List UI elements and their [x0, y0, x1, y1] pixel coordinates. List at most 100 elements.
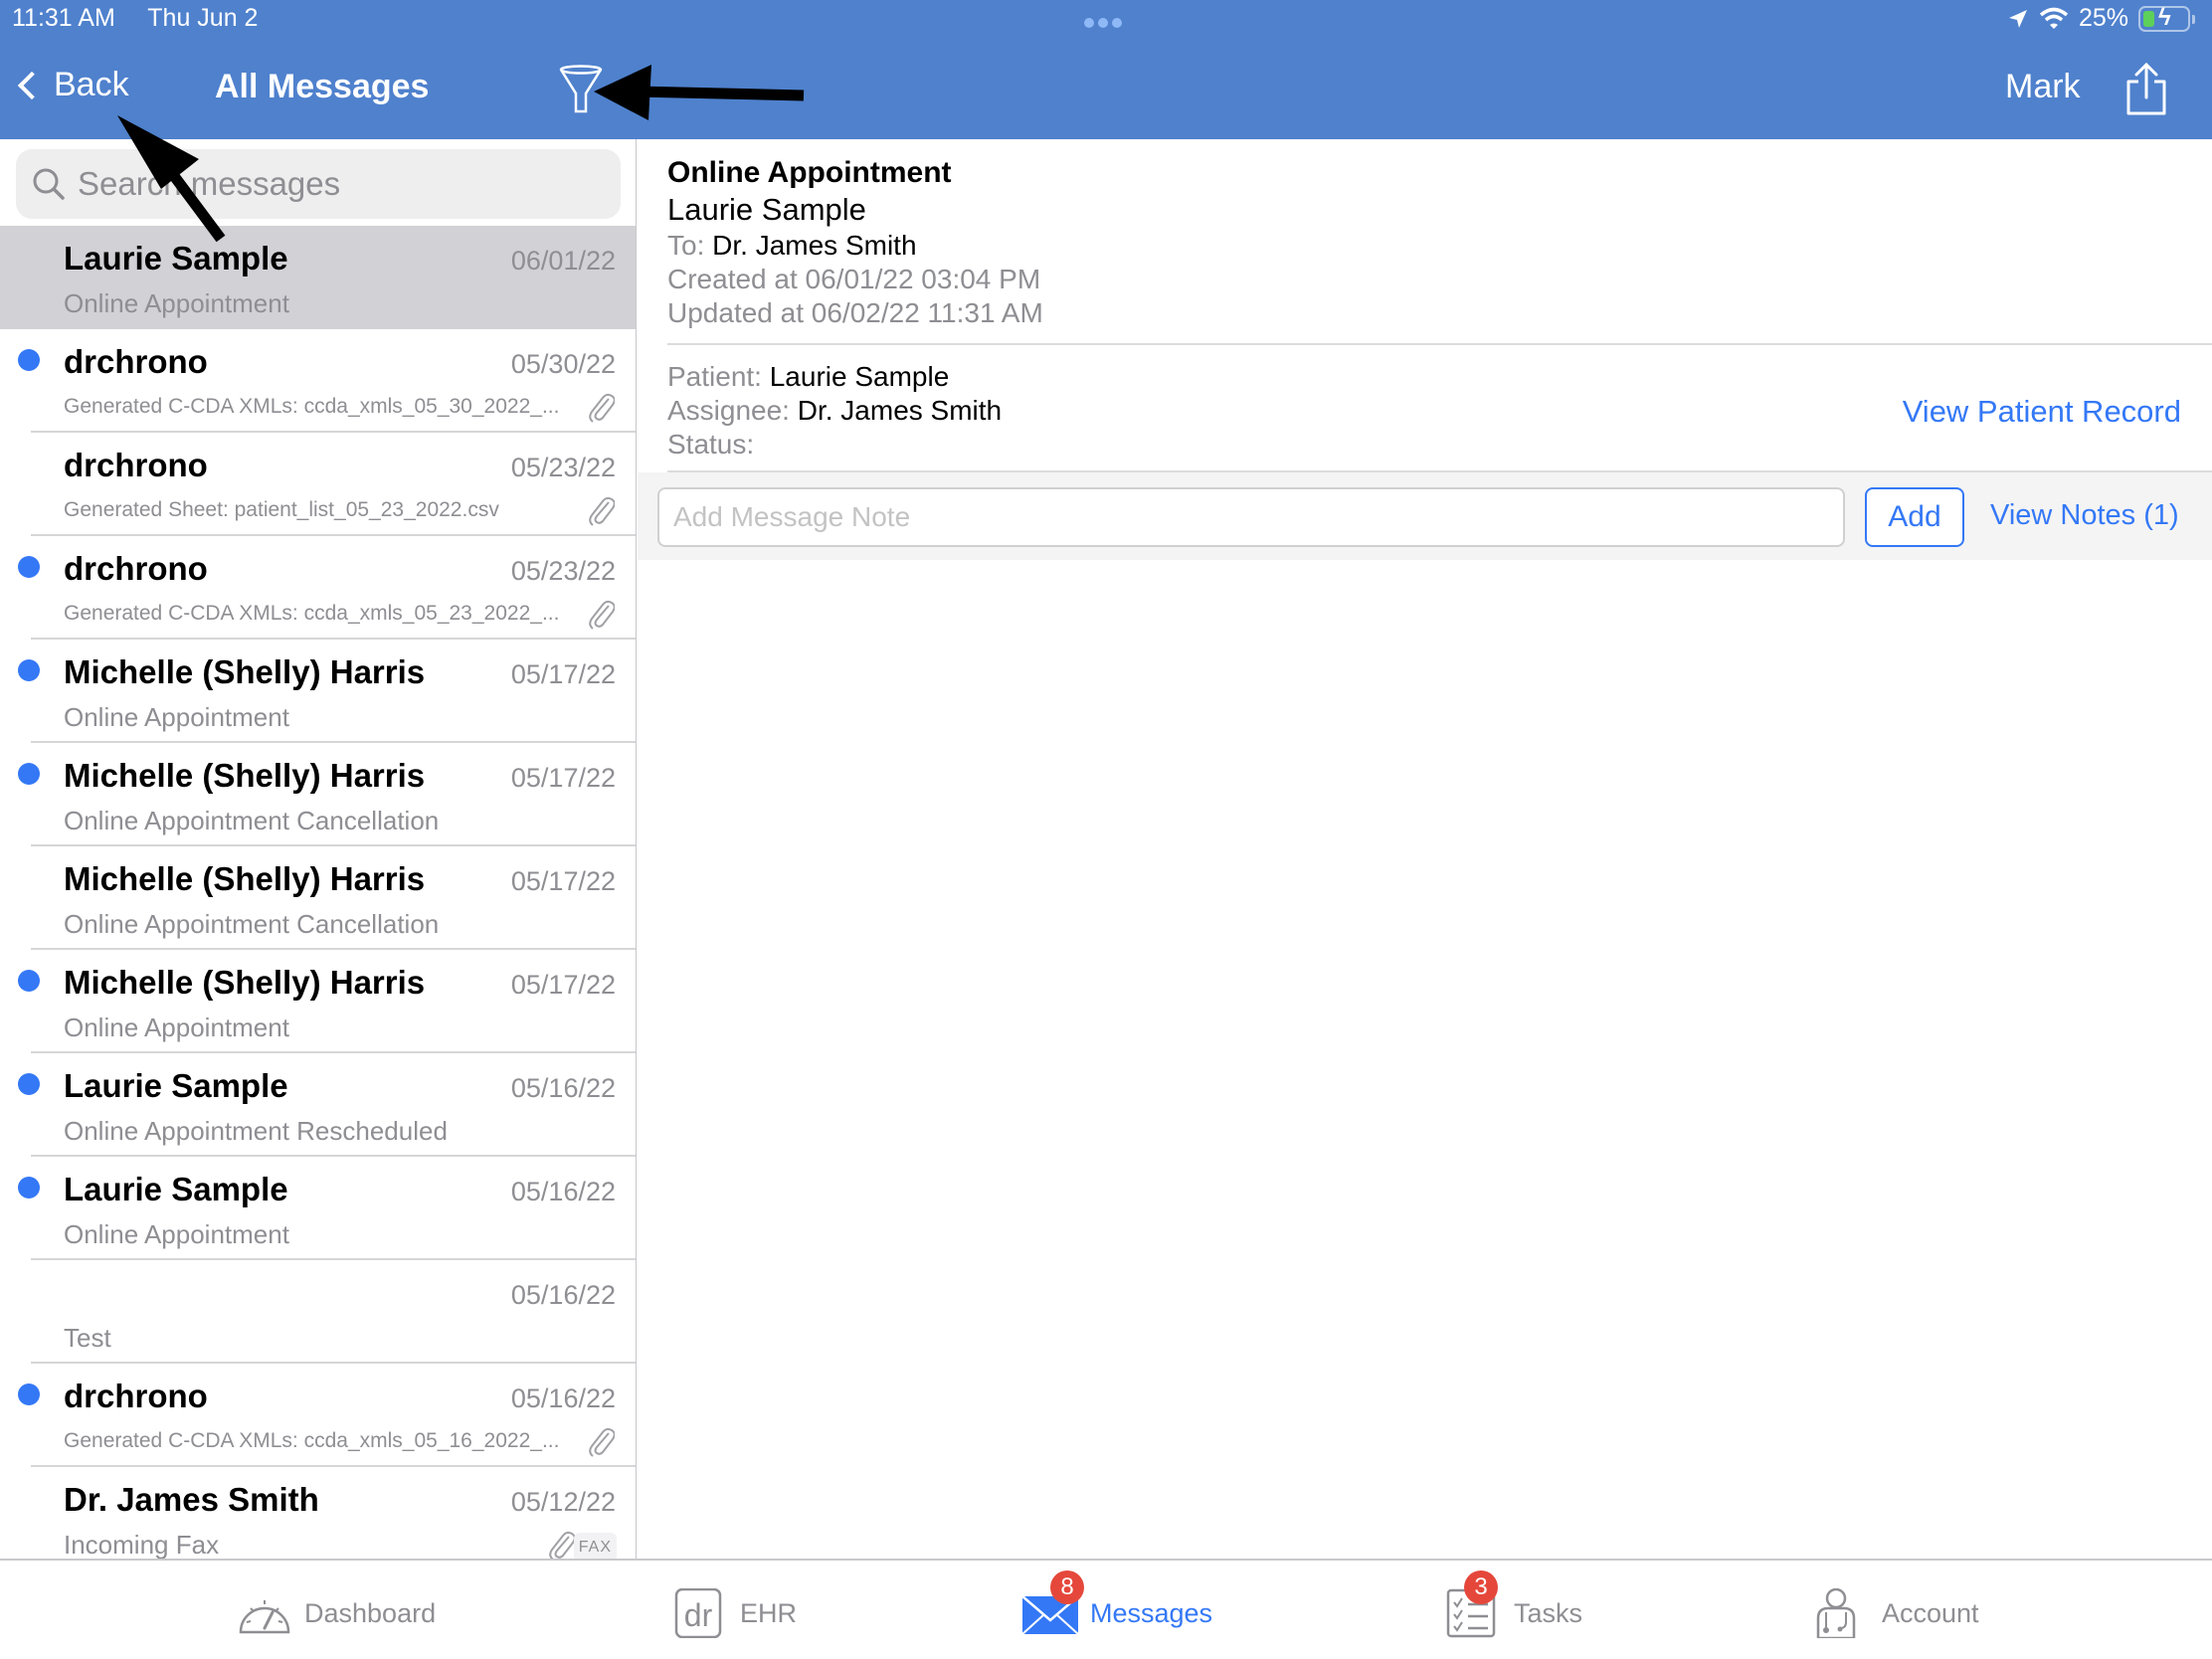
- status-label: Status:: [667, 429, 755, 460]
- message-sender: drchrono: [64, 343, 208, 380]
- message-date: 05/23/22: [510, 453, 616, 482]
- message-row[interactable]: 05/16/22 Test: [0, 1260, 636, 1364]
- tab-dashboard-label: Dashboard: [304, 1597, 437, 1628]
- tab-tasks[interactable]: 3 Tasks: [1446, 1570, 1582, 1638]
- message-sender: Dr. James Smith: [64, 1481, 319, 1518]
- message-date: 05/12/22: [510, 1487, 616, 1517]
- message-subject: Online Appointment: [64, 702, 289, 732]
- tab-ehr[interactable]: dr EHR: [672, 1588, 797, 1638]
- unread-dot-icon: [18, 556, 40, 578]
- message-row[interactable]: drchrono 05/16/22 Generated C-CDA XMLs: cc…: [0, 1364, 636, 1467]
- view-notes-link[interactable]: View Notes (1): [1990, 499, 2179, 532]
- message-row[interactable]: Michelle (Shelly) Harris 05/17/22 Online A…: [0, 846, 636, 950]
- to-label: To:: [667, 230, 705, 261]
- message-sender: Laurie Sample: [64, 240, 288, 276]
- unread-dot-icon: [18, 1177, 40, 1198]
- message-row[interactable]: Laurie Sample 05/16/22 Online Appointment …: [0, 1053, 636, 1157]
- tab-dashboard[interactable]: Dashboard: [237, 1588, 436, 1638]
- assignee-value: Dr. James Smith: [797, 395, 1003, 426]
- search-bar[interactable]: [16, 149, 621, 219]
- tab-messages[interactable]: 8 Messages: [1021, 1570, 1213, 1638]
- message-sender: Michelle (Shelly) Harris: [64, 860, 426, 897]
- tab-messages-label: Messages: [1090, 1597, 1213, 1628]
- page-title: All Messages: [215, 68, 430, 105]
- unread-dot-icon: [18, 763, 40, 785]
- message-date: 05/16/22: [510, 1073, 616, 1103]
- message-row[interactable]: Michelle (Shelly) Harris 05/17/22 Online A…: [0, 950, 636, 1053]
- message-header: Online Appointment Laurie Sample To: Dr.…: [667, 155, 1043, 330]
- message-subject: Generated C-CDA XMLs: ccda_xmls_05_30_20…: [64, 395, 560, 418]
- message-date: 05/30/22: [510, 349, 616, 379]
- message-date: 05/17/22: [510, 763, 616, 793]
- unread-dot-icon: [18, 970, 40, 992]
- patient-value: Laurie Sample: [769, 361, 950, 392]
- message-sender: drchrono: [64, 550, 208, 587]
- message-row[interactable]: Dr. James Smith 05/12/22 Incoming Fax FAX: [0, 1467, 636, 1560]
- unread-dot-icon: [18, 1073, 40, 1095]
- view-patient-record-link[interactable]: View Patient Record: [1903, 394, 2181, 430]
- message-date: 05/23/22: [510, 556, 616, 586]
- patient-line: Patient: Laurie Sample: [667, 360, 1002, 394]
- filter-icon[interactable]: [557, 64, 605, 115]
- tab-account[interactable]: Account: [1814, 1588, 1979, 1638]
- note-bar: Add View Notes (1): [638, 472, 2212, 560]
- tab-ehr-label: EHR: [740, 1597, 798, 1628]
- patient-label: Patient:: [667, 361, 762, 392]
- created-timestamp: Created at 06/01/22 03:04 PM: [667, 264, 1041, 294]
- message-subject: Online Appointment Rescheduled: [64, 1116, 448, 1146]
- status-date: Thu Jun 2: [147, 4, 259, 32]
- message-row[interactable]: Michelle (Shelly) Harris 05/17/22 Online A…: [0, 743, 636, 846]
- message-row[interactable]: Laurie Sample 06/01/22 Online Appointment: [0, 226, 636, 329]
- message-date: 05/17/22: [510, 866, 616, 896]
- status-bar-right: 25% ϟ: [2007, 4, 2195, 33]
- doctor-icon: [1816, 1588, 1856, 1638]
- recipient-line: To: Dr. James Smith: [667, 229, 1043, 263]
- status-time: 11:31 AM: [12, 4, 115, 32]
- message-sender: Laurie Sample: [64, 1067, 288, 1104]
- message-sender: drchrono: [64, 447, 208, 483]
- location-icon: [2008, 9, 2027, 28]
- search-input[interactable]: [78, 165, 615, 203]
- message-list-pane: Laurie Sample 06/01/22 Online Appointment d…: [0, 139, 637, 1560]
- unread-dot-icon: [18, 1383, 40, 1405]
- message-row[interactable]: drchrono 05/23/22 Generated Sheet: patient…: [0, 433, 636, 536]
- message-row[interactable]: Michelle (Shelly) Harris 05/17/22 Online A…: [0, 640, 636, 743]
- unread-dot-icon: [18, 659, 40, 681]
- message-row[interactable]: drchrono 05/23/22 Generated C-CDA XMLs: cc…: [0, 536, 636, 640]
- paperclip-icon: [587, 494, 616, 528]
- message-row[interactable]: Laurie Sample 05/16/22 Online Appointment: [0, 1157, 636, 1260]
- share-icon[interactable]: [2124, 62, 2168, 117]
- status-bar-left: 11:31 AM Thu Jun 2: [12, 4, 283, 33]
- message-sender: Michelle (Shelly) Harris: [64, 964, 426, 1001]
- message-subject: Online Appointment Cancellation: [64, 909, 440, 939]
- assignee-line: Assignee: Dr. James Smith: [667, 394, 1002, 428]
- message-date: 05/17/22: [510, 659, 616, 689]
- message-subject: Online Appointment: [667, 156, 952, 189]
- tasks-badge: 3: [1464, 1570, 1498, 1604]
- chevron-left-icon: [17, 71, 47, 99]
- message-subject: Test: [64, 1323, 111, 1353]
- svg-text:dr: dr: [684, 1597, 713, 1633]
- app-root: 11:31 AM Thu Jun 2 25% ϟ Back All Messag…: [0, 0, 2212, 1659]
- tab-bar: Dashboard dr EHR 8 Messages 3 Tasks Acco…: [0, 1559, 2212, 1659]
- wifi-icon: [2039, 7, 2069, 29]
- divider: [667, 343, 2212, 345]
- message-subject: Online Appointment Cancellation: [64, 806, 440, 835]
- message-row[interactable]: drchrono 05/30/22 Generated C-CDA XMLs: cc…: [0, 329, 636, 433]
- message-list: Laurie Sample 06/01/22 Online Appointment d…: [0, 226, 636, 1560]
- back-label: Back: [54, 66, 129, 103]
- message-subject: Online Appointment: [64, 1013, 289, 1042]
- paperclip-icon: [587, 391, 616, 425]
- back-button[interactable]: Back: [16, 66, 129, 104]
- fax-badge: FAX: [573, 1533, 617, 1560]
- message-note-input[interactable]: [657, 487, 1845, 547]
- message-sender: Laurie Sample: [667, 192, 866, 227]
- multitasking-handle[interactable]: [1084, 18, 1122, 28]
- tasks-wrapper: 3: [1446, 1570, 1502, 1638]
- message-date: 05/16/22: [510, 1383, 616, 1413]
- mark-button[interactable]: Mark: [2005, 68, 2081, 106]
- add-note-button[interactable]: Add: [1865, 487, 1964, 547]
- updated-timestamp: Updated at 06/02/22 11:31 AM: [667, 297, 1043, 328]
- message-date: 06/01/22: [510, 246, 616, 276]
- message-subject: Generated Sheet: patient_list_05_23_2022…: [64, 498, 499, 521]
